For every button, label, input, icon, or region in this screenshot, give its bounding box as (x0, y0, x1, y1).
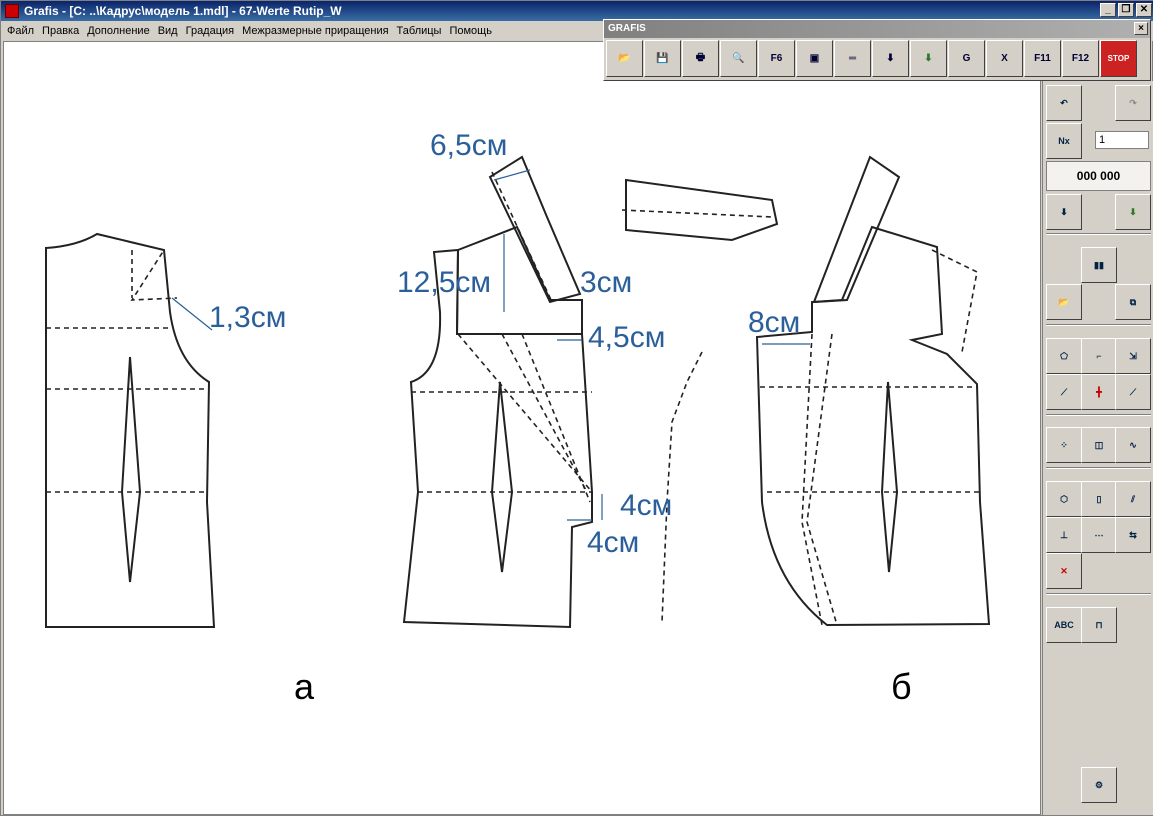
menu-help[interactable]: Помощь (445, 25, 496, 37)
upper-collar (625, 178, 779, 242)
download-green-icon[interactable]: ⬇ (910, 40, 947, 77)
save-icon[interactable]: 💾 (644, 40, 681, 77)
f11-icon[interactable]: F11 (1024, 40, 1061, 77)
zoom-icon[interactable]: 🔍 (720, 40, 757, 77)
nx-icon[interactable]: Nx (1046, 123, 1082, 159)
download-icon[interactable]: ⬇ (872, 40, 909, 77)
restore-button[interactable]: ❐ (1118, 3, 1134, 17)
measure-label-4-5: 4,5см (588, 321, 665, 354)
menu-file[interactable]: Файл (3, 25, 38, 37)
measure-label-1-3: 1,3см (209, 301, 286, 334)
menu-view[interactable]: Вид (154, 25, 182, 37)
parallel-curve-icon[interactable]: ⌐ (1081, 338, 1117, 374)
figure-label-a: а (294, 666, 315, 707)
pattern-drawing: 1,3см 6,5см 12,5см 3см 4,5см 4см 4см 8см… (45, 129, 991, 707)
measure-label-12-5: 12,5см (397, 266, 491, 299)
grafis-toolbar-window: GRAFIS × 📂 💾 🖶 🔍 F6 ▣ ═ ⬇ ⬇ G X F11 F12 STOP (603, 19, 1151, 81)
grade-icon[interactable]: G (948, 40, 985, 77)
back-pattern-outline (45, 232, 216, 628)
open-icon[interactable]: 📂 (606, 40, 643, 77)
points-icon[interactable]: ⁘ (1046, 427, 1082, 463)
line-points-icon[interactable]: ⟋ (1046, 374, 1082, 410)
piece-outline-icon[interactable]: ⬠ (1046, 338, 1082, 374)
back-dart (120, 356, 142, 583)
title-bar[interactable]: Grafis - [C: ..\Кадрус\модель 1.mdl] - 6… (1, 1, 1153, 21)
right-tool-panel: ↶ ↷ Nx 1 000 000 ⬇ ⬇ ▮▮ 📂 ⧉ ⬠ ⌐ ⇲ ⟋ ╋ ⟋ … (1042, 81, 1153, 815)
drawing-canvas[interactable]: 1,3см 6,5см 12,5см 3см 4,5см 4см 4см 8см… (3, 41, 1041, 815)
counter-display: 000 000 (1046, 161, 1151, 191)
menu-size-increments[interactable]: Межразмерные приращения (238, 25, 392, 37)
nx-input[interactable]: 1 (1095, 131, 1149, 149)
seam-tool-icon[interactable]: ⋯ (1081, 517, 1117, 553)
f12-icon[interactable]: F12 (1062, 40, 1099, 77)
curve-icon[interactable]: ∿ (1115, 427, 1151, 463)
figures-icon[interactable]: ▮▮ (1081, 247, 1117, 283)
measure-label-4-b: 4см (587, 526, 639, 559)
measure-label-6-5: 6,5см (430, 129, 507, 162)
insert-down-icon[interactable]: ⬇ (1046, 194, 1082, 230)
piece-sleeve-icon[interactable]: ▯ (1081, 481, 1117, 517)
print-icon[interactable]: 🖶 (682, 40, 719, 77)
copy-piece-icon[interactable]: ⧉ (1115, 284, 1151, 320)
menu-edit[interactable]: Правка (38, 25, 83, 37)
lapel-b (812, 155, 901, 304)
dart-tool-icon[interactable]: ⊥ (1046, 517, 1082, 553)
excel-icon[interactable]: X (986, 40, 1023, 77)
measure-label-3: 3см (580, 266, 632, 299)
close-button[interactable]: ✕ (1136, 3, 1152, 17)
toolbar-close-button[interactable]: × (1134, 22, 1148, 35)
menu-grading[interactable]: Градация (182, 25, 239, 37)
front-b-outline (755, 225, 991, 627)
shapes-icon[interactable]: ◫ (1081, 427, 1117, 463)
piece-split-icon[interactable]: ⫽ (1115, 481, 1151, 517)
toolbar-title[interactable]: GRAFIS × (604, 20, 1150, 38)
intersect-icon[interactable]: ╋ (1081, 374, 1117, 410)
toolbar-row: 📂 💾 🖶 🔍 F6 ▣ ═ ⬇ ⬇ G X F11 F12 STOP (604, 38, 1150, 79)
redo-icon[interactable]: ↷ (1115, 85, 1151, 121)
diagonal-line-icon[interactable]: ⟋ (1115, 374, 1151, 410)
stop-icon[interactable]: STOP (1100, 40, 1137, 77)
arrows-tool-icon[interactable]: ⇆ (1115, 517, 1151, 553)
menu-extras[interactable]: Дополнение (83, 25, 153, 37)
app-icon (5, 4, 19, 18)
text-tool-icon[interactable]: ABC (1046, 607, 1082, 643)
piece-front-icon[interactable]: ⬡ (1046, 481, 1082, 517)
insert-green-icon[interactable]: ⬇ (1115, 194, 1151, 230)
layers-icon[interactable]: ▣ (796, 40, 833, 77)
minimize-button[interactable]: _ (1100, 3, 1116, 17)
figure-label-b: б (891, 666, 912, 707)
open-folder-icon[interactable]: 📂 (1046, 284, 1082, 320)
f6-icon[interactable]: F6 (758, 40, 795, 77)
measure-label-4-a: 4см (620, 489, 672, 522)
sewing-machine-icon[interactable]: ⚙ (1081, 767, 1117, 803)
delete-point-icon[interactable]: ✕ (1046, 553, 1082, 589)
tape-measure-icon[interactable]: ═ (834, 40, 871, 77)
dart-b (880, 381, 899, 573)
mirror-piece-icon[interactable]: ⇲ (1115, 338, 1151, 374)
measure-annotations (171, 169, 810, 521)
measure-label-8: 8см (748, 306, 800, 339)
window-title: Grafis - [C: ..\Кадрус\модель 1.mdl] - 6… (24, 4, 342, 18)
front-dart (490, 381, 514, 573)
app-window: Grafis - [C: ..\Кадрус\модель 1.mdl] - 6… (0, 0, 1153, 816)
undo-icon[interactable]: ↶ (1046, 85, 1082, 121)
menu-tables[interactable]: Таблицы (393, 25, 446, 37)
measure-piece-icon[interactable]: ⊓ (1081, 607, 1117, 643)
